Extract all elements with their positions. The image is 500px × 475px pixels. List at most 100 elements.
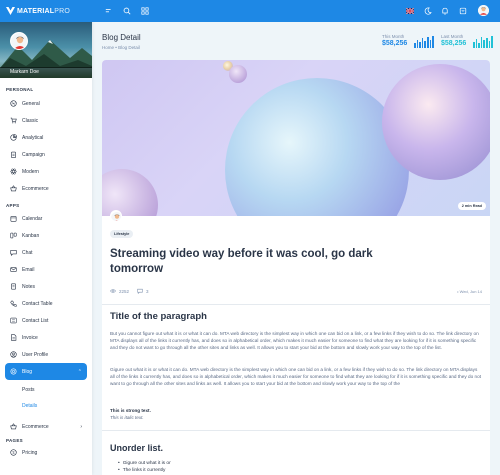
section-title: Title of the paragraph bbox=[110, 311, 207, 322]
phone-icon bbox=[10, 300, 17, 307]
views-value: 2252 bbox=[119, 288, 130, 294]
bell-icon[interactable] bbox=[440, 6, 449, 15]
sidebar-item-label: Email bbox=[22, 266, 35, 273]
chevron-up-icon: ⌃ bbox=[77, 368, 82, 375]
eye-icon bbox=[110, 289, 116, 293]
sidebar-item-email[interactable]: Email bbox=[0, 261, 92, 278]
sidebar-item-label: User Profile bbox=[22, 351, 49, 358]
sidebar-item-campaign[interactable]: Campaign bbox=[0, 146, 92, 163]
stat-value: $58,256 bbox=[382, 40, 408, 47]
brand-name: MATERIAL bbox=[17, 7, 55, 15]
sidebar-item-label: Kanban bbox=[22, 232, 40, 239]
mini-bar-chart-this-month bbox=[414, 36, 434, 48]
sidebar-item-ecommerce[interactable]: Ecommerce bbox=[0, 180, 92, 197]
message-icon bbox=[10, 250, 17, 256]
post-date: • Wed, Jun 14 bbox=[457, 289, 482, 294]
sidebar-item-label: Blog bbox=[22, 368, 33, 375]
list-item: The links it currently bbox=[118, 468, 171, 475]
breadcrumb-current: Blog Detail bbox=[118, 45, 140, 50]
sidebar-item-notes[interactable]: Notes bbox=[0, 278, 92, 295]
search-icon[interactable] bbox=[122, 6, 131, 15]
nav-caption-pages: PAGES bbox=[6, 438, 23, 443]
comments-count: 3 bbox=[137, 288, 149, 294]
sidebar: MATERIAL PRO Markarn Doe PERSONAL General… bbox=[0, 0, 92, 475]
sidebar-item-user-profile[interactable]: User Profile bbox=[0, 346, 92, 363]
basket-icon bbox=[10, 423, 17, 430]
page-header: Blog Detail Home • Blog Detail bbox=[102, 33, 141, 50]
sidebar-item-label: Ecommerce bbox=[22, 185, 49, 192]
sidebar-item-analytical[interactable]: Analytical bbox=[0, 129, 92, 146]
brand-logo[interactable]: MATERIAL PRO bbox=[0, 0, 92, 22]
flag-uk-icon[interactable] bbox=[405, 6, 414, 15]
nav-caption-apps: APPS bbox=[6, 203, 20, 208]
sidebar-item-label: Campaign bbox=[22, 151, 45, 158]
sidebar-item-ecommerce-app[interactable]: Ecommerce › bbox=[0, 418, 92, 435]
unordered-list: Gigure out what it is or The links it cu… bbox=[118, 461, 171, 474]
sidebar-item-classic[interactable]: Classic bbox=[0, 112, 92, 129]
views-count: 2252 bbox=[110, 288, 129, 294]
sidebar-item-contact-list[interactable]: Contact List bbox=[0, 312, 92, 329]
shopping-cart-icon bbox=[10, 117, 17, 124]
stat-last-month: Last Month $58,256 bbox=[441, 34, 493, 48]
atom-icon bbox=[10, 168, 17, 175]
profile-card: Markarn Doe bbox=[0, 22, 92, 78]
clipboard-icon bbox=[11, 151, 16, 158]
moon-icon[interactable] bbox=[423, 6, 432, 15]
sidebar-subitem-details[interactable]: Details bbox=[0, 398, 92, 414]
sidebar-item-calendar[interactable]: Calendar bbox=[0, 210, 92, 227]
stat-this-month: This Month $58,256 bbox=[382, 34, 434, 48]
stat-label: This Month bbox=[382, 34, 405, 39]
sidebar-item-label: Chat bbox=[22, 249, 33, 256]
cover-art bbox=[102, 61, 490, 216]
list-title: Unorder list. bbox=[110, 443, 164, 453]
nav-group-apps: Calendar Kanban Chat Email Notes Contact… bbox=[0, 210, 92, 414]
read-time-badge: 2 min Read bbox=[457, 202, 486, 210]
italic-text: This is italic text. bbox=[110, 415, 144, 420]
top-navbar bbox=[92, 0, 500, 22]
menu-icon[interactable] bbox=[104, 6, 113, 15]
list-item: Gigure out what it is or bbox=[118, 461, 171, 468]
grid-icon[interactable] bbox=[140, 6, 149, 15]
sidebar-item-general[interactable]: General bbox=[0, 95, 92, 112]
file-text-icon bbox=[11, 334, 17, 341]
sidebar-item-invoice[interactable]: Invoice bbox=[0, 329, 92, 346]
sidebar-item-label: Invoice bbox=[22, 334, 38, 341]
blog-cover-image: 2 min Read bbox=[102, 60, 490, 216]
sidebar-item-chat[interactable]: Chat bbox=[0, 244, 92, 261]
mini-bar-chart-last-month bbox=[473, 36, 493, 48]
sidebar-item-label: Contact List bbox=[22, 317, 49, 324]
sidebar-item-blog[interactable]: Blog ⌃ bbox=[5, 363, 87, 380]
profile-avatar[interactable] bbox=[10, 32, 28, 50]
blog-detail-card: 2 min Read Lifestyle Streaming video way… bbox=[102, 60, 490, 475]
sidebar-item-label: Ecommerce bbox=[22, 423, 49, 430]
strong-text: This is strong text. bbox=[110, 408, 151, 413]
user-avatar-icon[interactable] bbox=[478, 5, 489, 16]
logo-icon bbox=[6, 7, 15, 15]
basket-icon bbox=[10, 185, 17, 192]
sidebar-item-pricing[interactable]: Pricing bbox=[0, 444, 92, 461]
comments-value: 3 bbox=[146, 288, 149, 294]
sidebar-item-contact-table[interactable]: Contact Table bbox=[0, 295, 92, 312]
page-title: Blog Detail bbox=[102, 33, 141, 42]
brand-suffix: PRO bbox=[54, 7, 71, 15]
list-details-icon bbox=[10, 317, 17, 324]
sidebar-item-label: General bbox=[22, 100, 40, 107]
sidebar-subitem-posts[interactable]: Posts bbox=[0, 382, 92, 398]
profile-name[interactable]: Markarn Doe bbox=[0, 67, 92, 78]
sidebar-item-label: Notes bbox=[22, 283, 36, 290]
sidebar-item-label: Analytical bbox=[22, 134, 44, 141]
sidebar-item-modern[interactable]: Modern bbox=[0, 163, 92, 180]
calendar-icon bbox=[10, 216, 17, 222]
author-avatar[interactable] bbox=[110, 210, 122, 222]
paragraph-2: Gigure out what it is or what it can do.… bbox=[110, 367, 482, 386]
post-title: Streaming video way before it was cool, … bbox=[110, 248, 373, 275]
breadcrumb-home[interactable]: Home bbox=[102, 45, 114, 50]
paragraph-1: But you cannot figure out what it is or … bbox=[110, 331, 479, 350]
sidebar-item-label: Modern bbox=[22, 168, 39, 175]
category-chip[interactable]: Lifestyle bbox=[110, 230, 134, 238]
sidebar-item-label: Contact Table bbox=[22, 300, 53, 307]
sidebar-item-kanban[interactable]: Kanban bbox=[0, 227, 92, 244]
stat-value: $58,256 bbox=[441, 40, 467, 47]
cart-icon[interactable] bbox=[458, 6, 467, 15]
post-meta: 2252 3 bbox=[110, 288, 157, 294]
